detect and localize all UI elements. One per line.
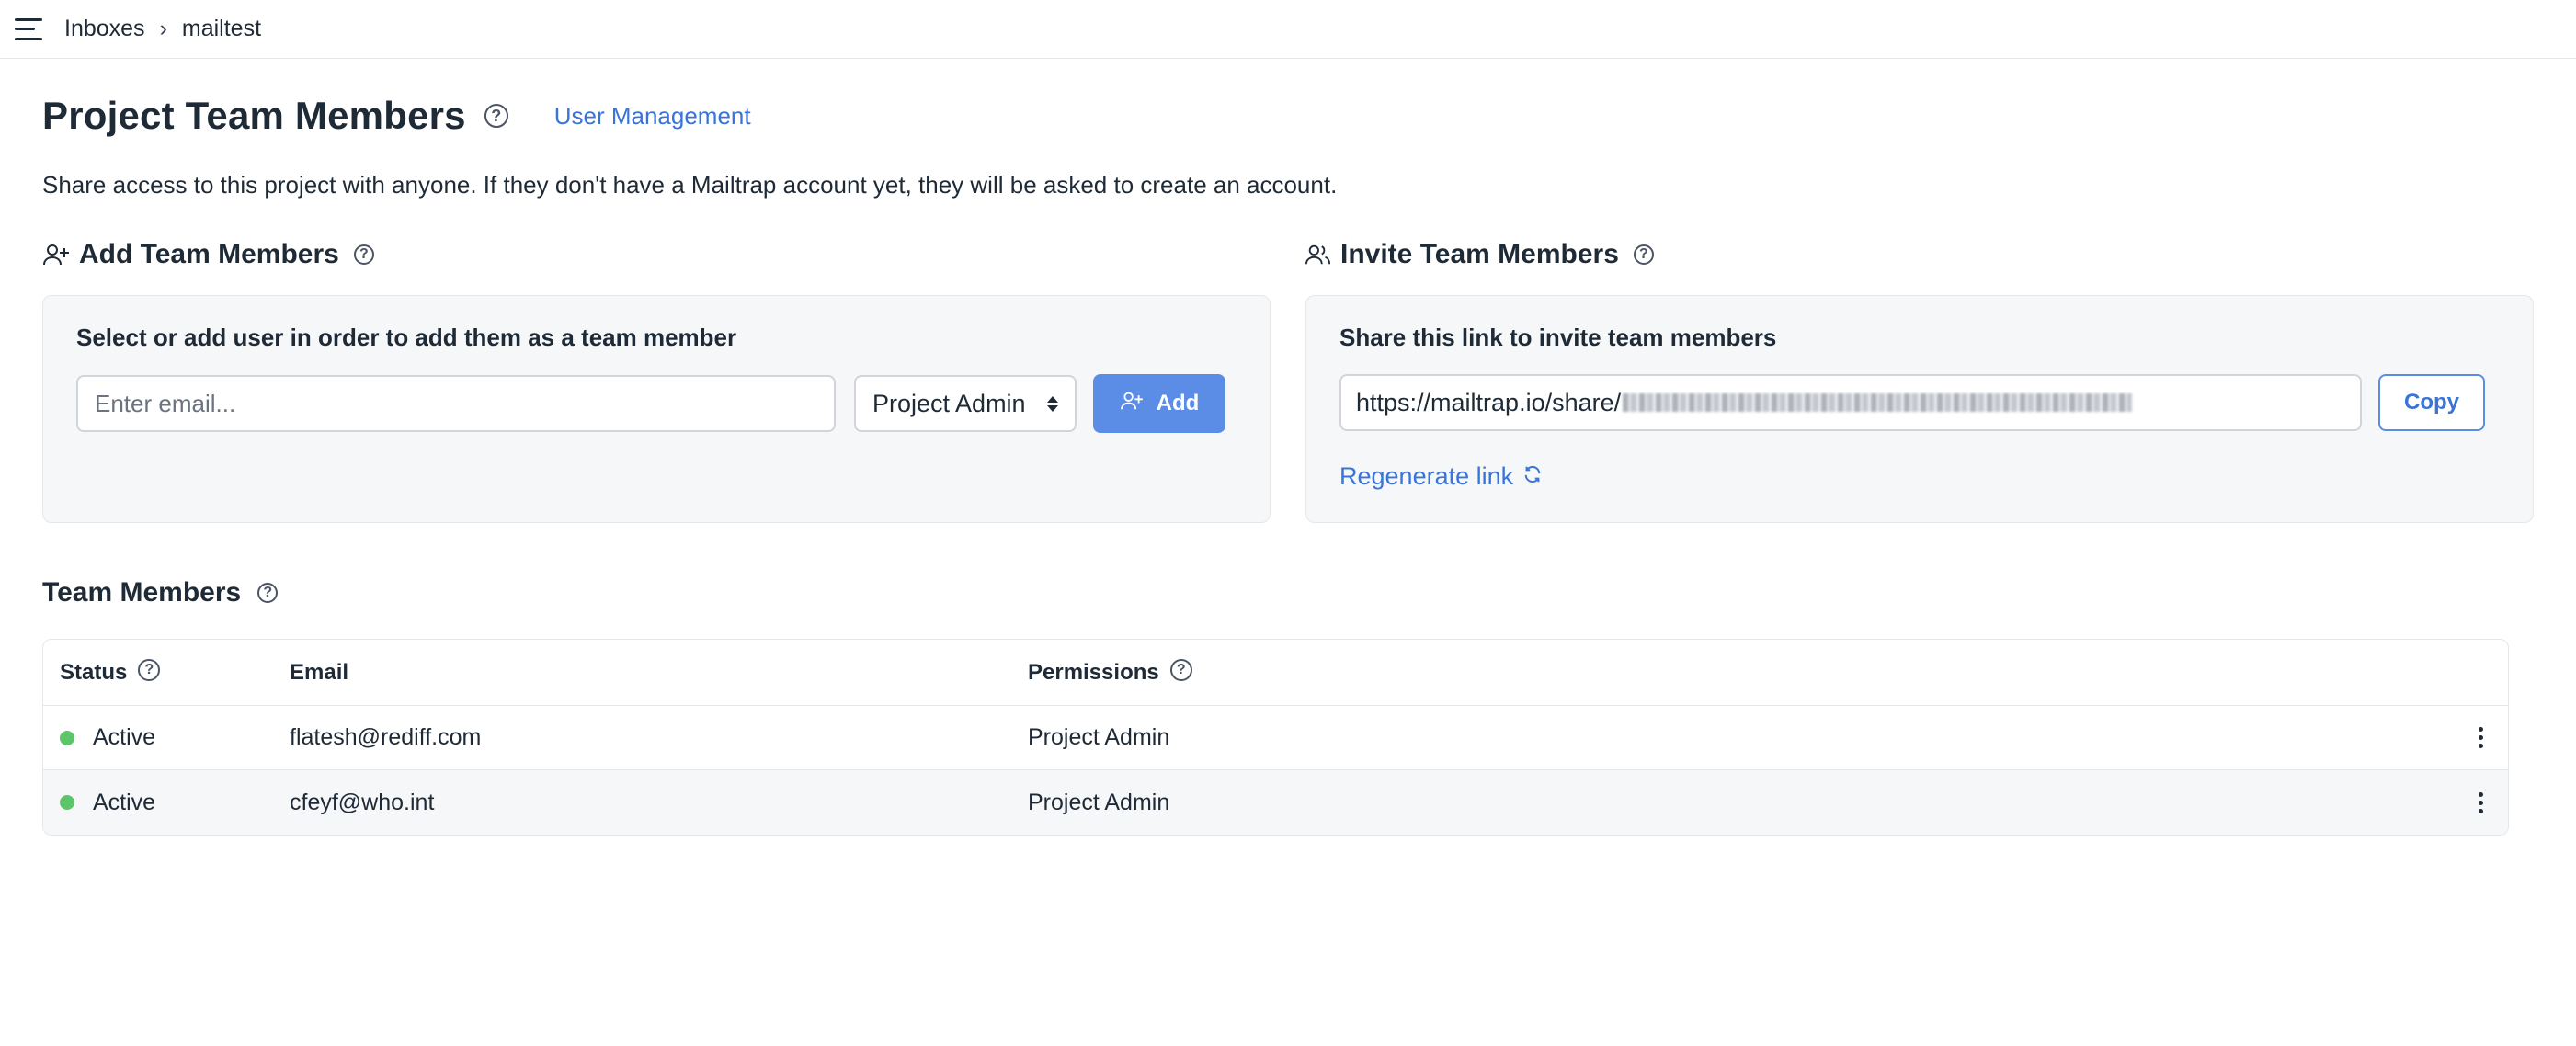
user-plus-icon [1120, 391, 1144, 417]
status-cell: Active [43, 790, 290, 816]
status-cell: Active [43, 724, 290, 751]
permission-cell: Project Admin [1028, 789, 1170, 815]
panels: Add Team Members ? Select or add user in… [42, 236, 2534, 523]
invite-card-title: Share this link to invite team members [1339, 324, 1777, 351]
column-email: Email [290, 659, 349, 685]
column-status: Status ? [43, 658, 290, 686]
role-select[interactable]: Project Admin [854, 375, 1077, 432]
more-vertical-icon[interactable] [2453, 727, 2508, 748]
user-plus-icon [42, 243, 70, 267]
more-vertical-icon[interactable] [2453, 791, 2508, 813]
redacted-token [1623, 393, 2133, 412]
refresh-icon [1522, 462, 1543, 491]
add-team-members-section: Add Team Members ? Select or add user in… [42, 236, 1271, 523]
users-icon [1305, 243, 1331, 267]
help-circle-icon[interactable]: ? [138, 658, 161, 681]
help-circle-icon[interactable]: ? [1169, 658, 1192, 681]
invite-link-field[interactable]: https://mailtrap.io/share/ [1339, 374, 2362, 431]
invite-section-title: Invite Team Members [1340, 239, 1619, 269]
page-title: Project Team Members [42, 94, 466, 137]
user-management-link[interactable]: User Management [554, 102, 751, 131]
status-dot [60, 795, 74, 810]
add-button-label: Add [1156, 391, 1200, 415]
top-bar: Inboxes › mailtest [0, 0, 2576, 59]
email-cell: cfeyf@who.int [290, 789, 435, 815]
copy-button[interactable]: Copy [2378, 374, 2485, 431]
add-section-title: Add Team Members [79, 239, 339, 269]
page-description: Share access to this project with anyone… [42, 171, 1338, 199]
help-circle-icon[interactable]: ? [353, 244, 374, 265]
status-dot [60, 730, 74, 745]
add-member-form: Project Admin Add [76, 374, 1237, 433]
help-circle-icon[interactable]: ? [257, 583, 279, 603]
add-card-title: Select or add user in order to add them … [76, 324, 737, 351]
column-permissions-label: Permissions [1028, 659, 1159, 685]
team-members-table: Status ? Email Permissions ? Active flat… [42, 639, 2509, 836]
status-text: Active [93, 724, 156, 750]
status-text: Active [93, 789, 156, 815]
breadcrumb-separator: › [159, 16, 167, 41]
add-section-header: Add Team Members ? [42, 236, 1271, 273]
add-member-card: Select or add user in order to add them … [42, 295, 1271, 523]
help-circle-icon[interactable]: ? [484, 104, 508, 128]
table-row: Active flatesh@rediff.com Project Admin [43, 706, 2508, 770]
invite-team-members-section: Invite Team Members ? Share this link to… [1305, 236, 2534, 523]
invite-card: Share this link to invite team members h… [1305, 295, 2534, 523]
add-button[interactable]: Add [1093, 374, 1225, 433]
breadcrumb-current: mailtest [181, 16, 262, 41]
invite-link-row: https://mailtrap.io/share/ Copy [1339, 374, 2500, 431]
regenerate-link[interactable]: Regenerate link [1339, 462, 1543, 491]
main-content: Project Team Members ? User Management S… [0, 92, 2576, 836]
email-input[interactable] [76, 375, 836, 432]
role-select-value: Project Admin [872, 389, 1026, 417]
invite-link-prefix: https://mailtrap.io/share/ [1356, 388, 1622, 416]
invite-section-header: Invite Team Members ? [1305, 236, 2534, 273]
permission-cell: Project Admin [1028, 724, 1170, 750]
team-members-title: Team Members [42, 577, 242, 608]
menu-icon[interactable] [15, 17, 42, 40]
table-header: Status ? Email Permissions ? [43, 640, 2508, 706]
email-cell: flatesh@rediff.com [290, 724, 482, 750]
select-arrows-icon [1047, 395, 1058, 412]
title-row: Project Team Members ? User Management [42, 92, 2534, 140]
breadcrumb-inboxes[interactable]: Inboxes [64, 16, 145, 42]
regenerate-link-label: Regenerate link [1339, 462, 1514, 490]
column-permissions: Permissions ? [1028, 658, 2453, 686]
column-status-label: Status [60, 659, 128, 685]
team-members-header: Team Members ? [42, 574, 2534, 611]
table-row: Active cfeyf@who.int Project Admin [43, 770, 2508, 835]
help-circle-icon[interactable]: ? [1633, 244, 1654, 265]
